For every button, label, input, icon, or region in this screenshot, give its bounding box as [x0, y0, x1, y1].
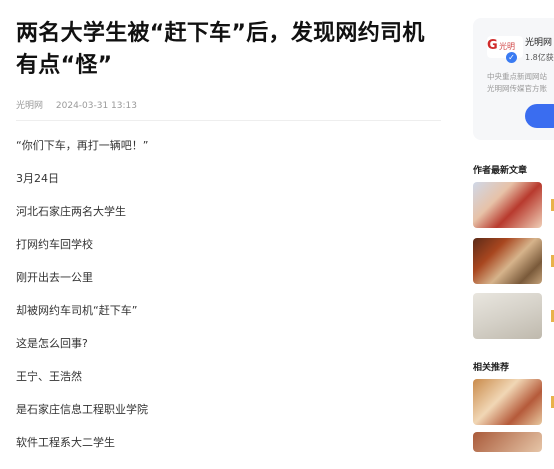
follow-button[interactable] — [525, 104, 554, 128]
article-meta: 光明网 2024-03-31 13:13 — [16, 98, 441, 111]
paragraph: 软件工程系大二学生 — [16, 436, 115, 449]
logo-glyph: G — [487, 38, 498, 53]
article-date: 2024-03-31 13:13 — [55, 101, 137, 111]
author-logo[interactable]: G 光明 — [487, 36, 523, 58]
paragraph: 这是怎么回事? — [16, 337, 88, 350]
paragraph: “你们下车，再打一辆吧！” — [16, 139, 149, 152]
article-thumbnail[interactable] — [473, 182, 542, 228]
article-main: 两名大学生被“赶下车”后，发现网约司机有点“怪” 光明网 2024-03-31 … — [16, 0, 441, 469]
related-thumbnail[interactable] — [473, 379, 542, 425]
paragraph: 是石家庄信息工程职业学院 — [16, 403, 148, 416]
paragraph: 却被网约车司机“赶下车” — [16, 304, 138, 317]
paragraph: 3月24日 — [16, 172, 59, 185]
related-thumbnail[interactable] — [473, 432, 542, 452]
verified-icon: ✓ — [506, 52, 517, 63]
author-desc-line: 光明网传媒官方账 — [487, 84, 547, 93]
related-title: 相关推荐 — [473, 363, 510, 373]
article-body: “你们下车，再打一辆吧！” 3月24日 河北石家庄两名大学生 打网约车回学校 刚… — [16, 139, 441, 469]
author-description: 中央重点新闻网站 光明网传媒官方账 — [487, 71, 554, 95]
article-thumbnail[interactable] — [473, 293, 542, 339]
article-source[interactable]: 光明网 — [16, 101, 43, 111]
author-name[interactable]: 光明网 — [525, 35, 552, 48]
paragraph: 河北石家庄两名大学生 — [16, 205, 126, 218]
logo-text: 光明 — [499, 42, 515, 51]
sidebar: G 光明 ✓ 光明网 1.8亿获 中央重点新闻网站 光明网传媒官方账 作者最新文… — [473, 0, 554, 452]
paragraph: 王宁、王浩然 — [16, 370, 82, 383]
author-desc-line: 中央重点新闻网站 — [487, 72, 547, 81]
article-thumbnail[interactable] — [473, 238, 542, 284]
author-articles-title: 作者最新文章 — [473, 166, 528, 176]
paragraph: 打网约车回学校 — [16, 238, 93, 251]
divider — [16, 120, 441, 121]
paragraph: 刚开出去一公里 — [16, 271, 93, 284]
author-fans: 1.8亿获 — [525, 53, 554, 62]
author-card: G 光明 ✓ 光明网 1.8亿获 中央重点新闻网站 光明网传媒官方账 — [473, 18, 554, 140]
article-title: 两名大学生被“赶下车”后，发现网约司机有点“怪” — [16, 21, 425, 78]
